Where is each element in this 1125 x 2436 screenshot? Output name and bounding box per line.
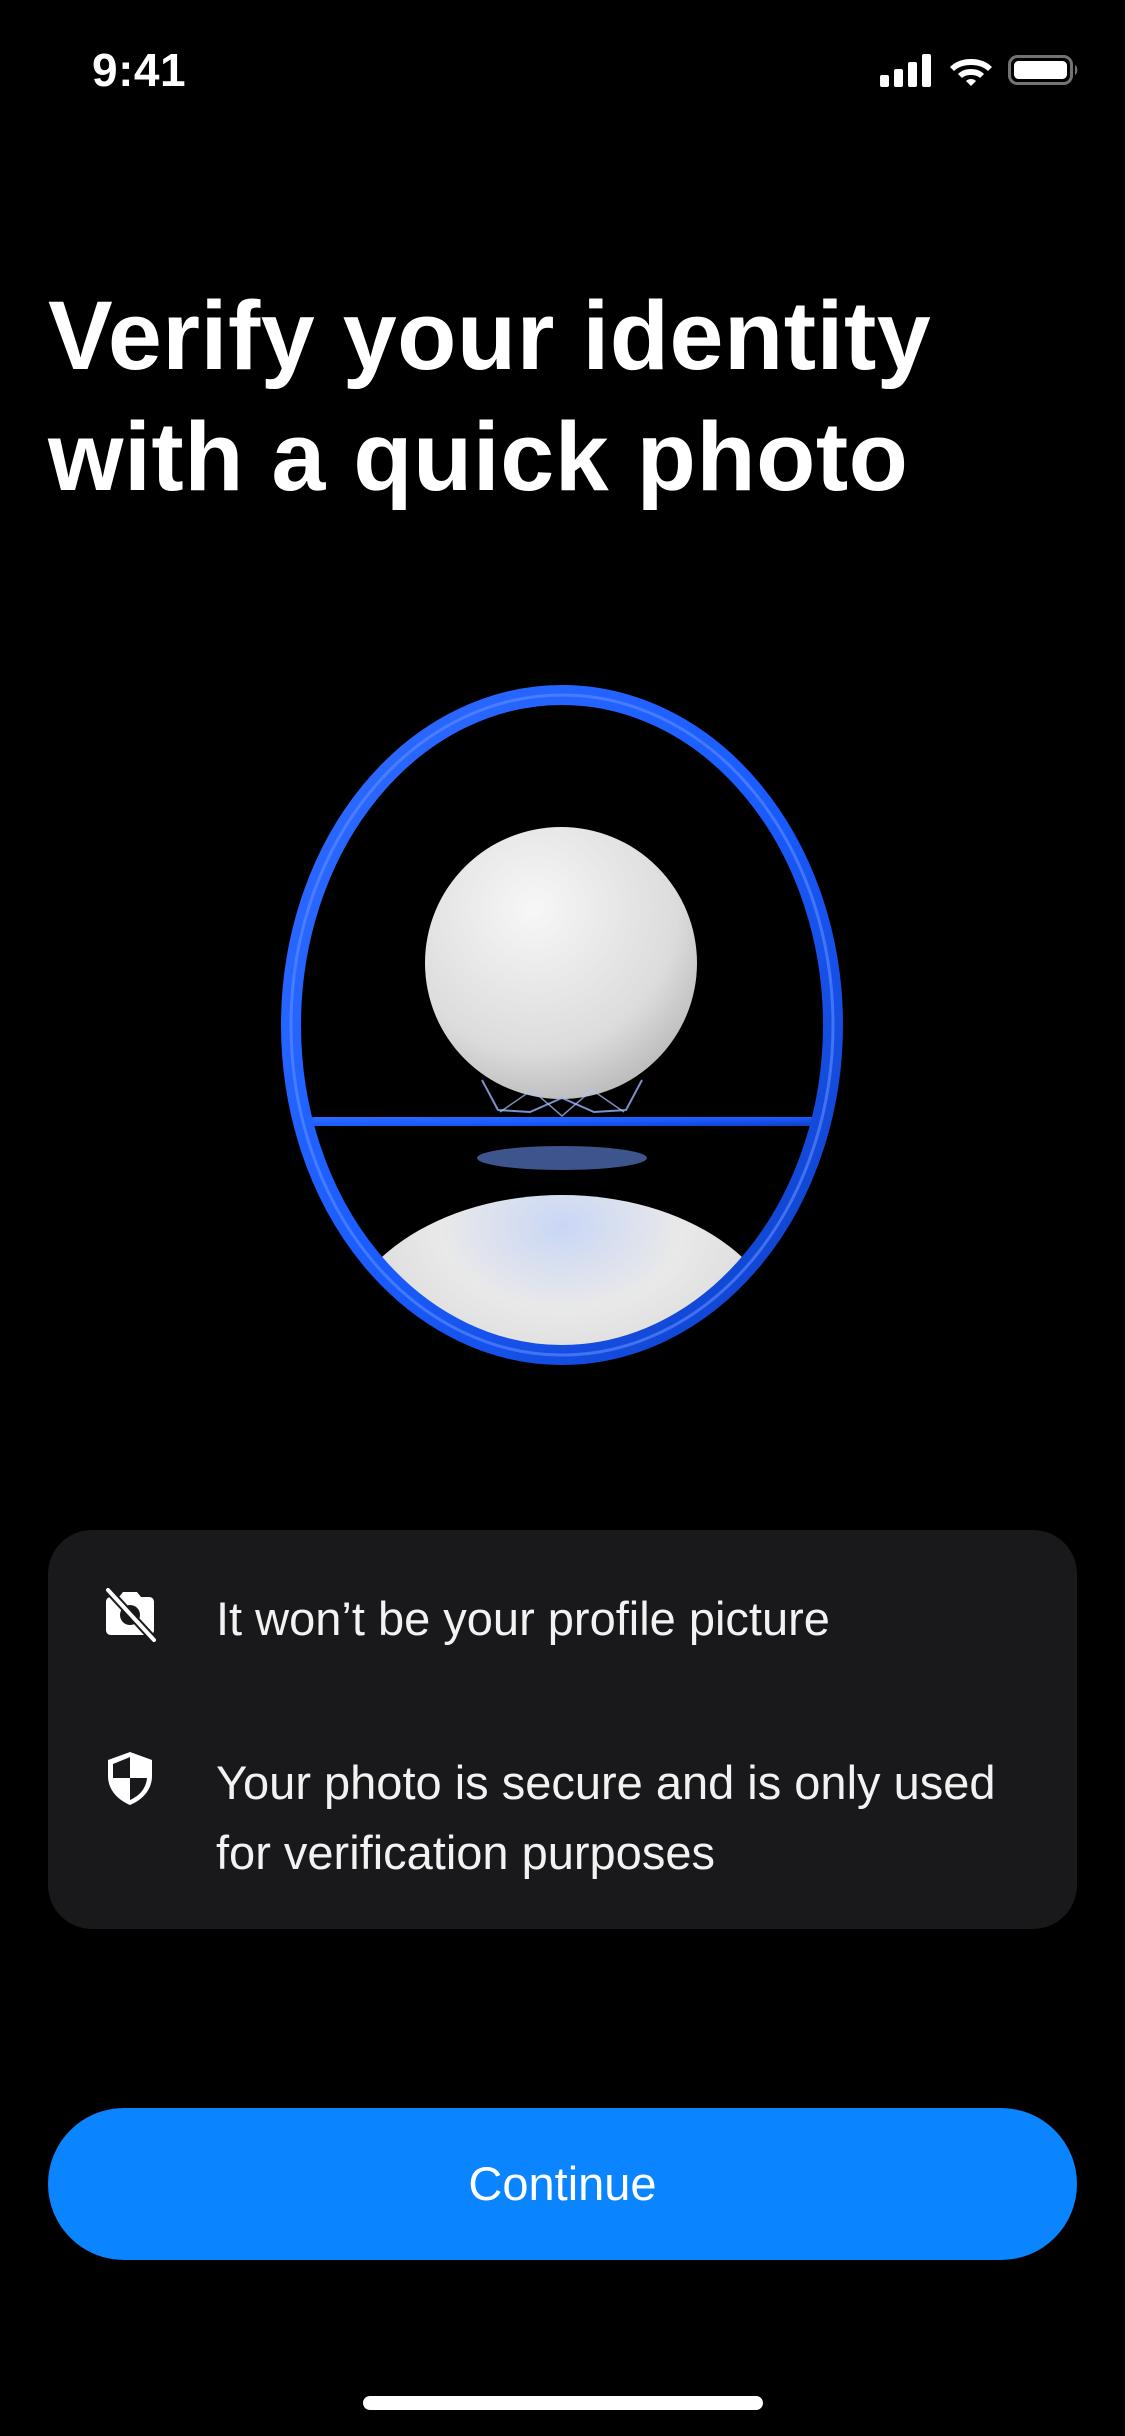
info-card: It won’t be your profile picture Your ph… bbox=[48, 1530, 1077, 1929]
status-time: 9:41 bbox=[92, 44, 187, 96]
face-frame-icon bbox=[270, 680, 855, 1370]
home-indicator[interactable] bbox=[363, 2396, 763, 2410]
wifi-icon bbox=[950, 59, 992, 86]
status-icons bbox=[880, 50, 1080, 90]
page-title: Verify your identity with a quick photo bbox=[48, 281, 932, 511]
cellular-signal-icon bbox=[880, 54, 931, 87]
info-text: Your photo is secure and is only used fo… bbox=[216, 1756, 996, 1879]
status-bar: 9:41 bbox=[0, 0, 1125, 132]
no-camera-icon bbox=[105, 1587, 157, 1643]
info-text: It won’t be your profile picture bbox=[216, 1592, 830, 1645]
battery-icon bbox=[1008, 55, 1078, 85]
continue-button[interactable]: Continue bbox=[48, 2108, 1077, 2260]
shield-icon bbox=[108, 1752, 152, 1805]
